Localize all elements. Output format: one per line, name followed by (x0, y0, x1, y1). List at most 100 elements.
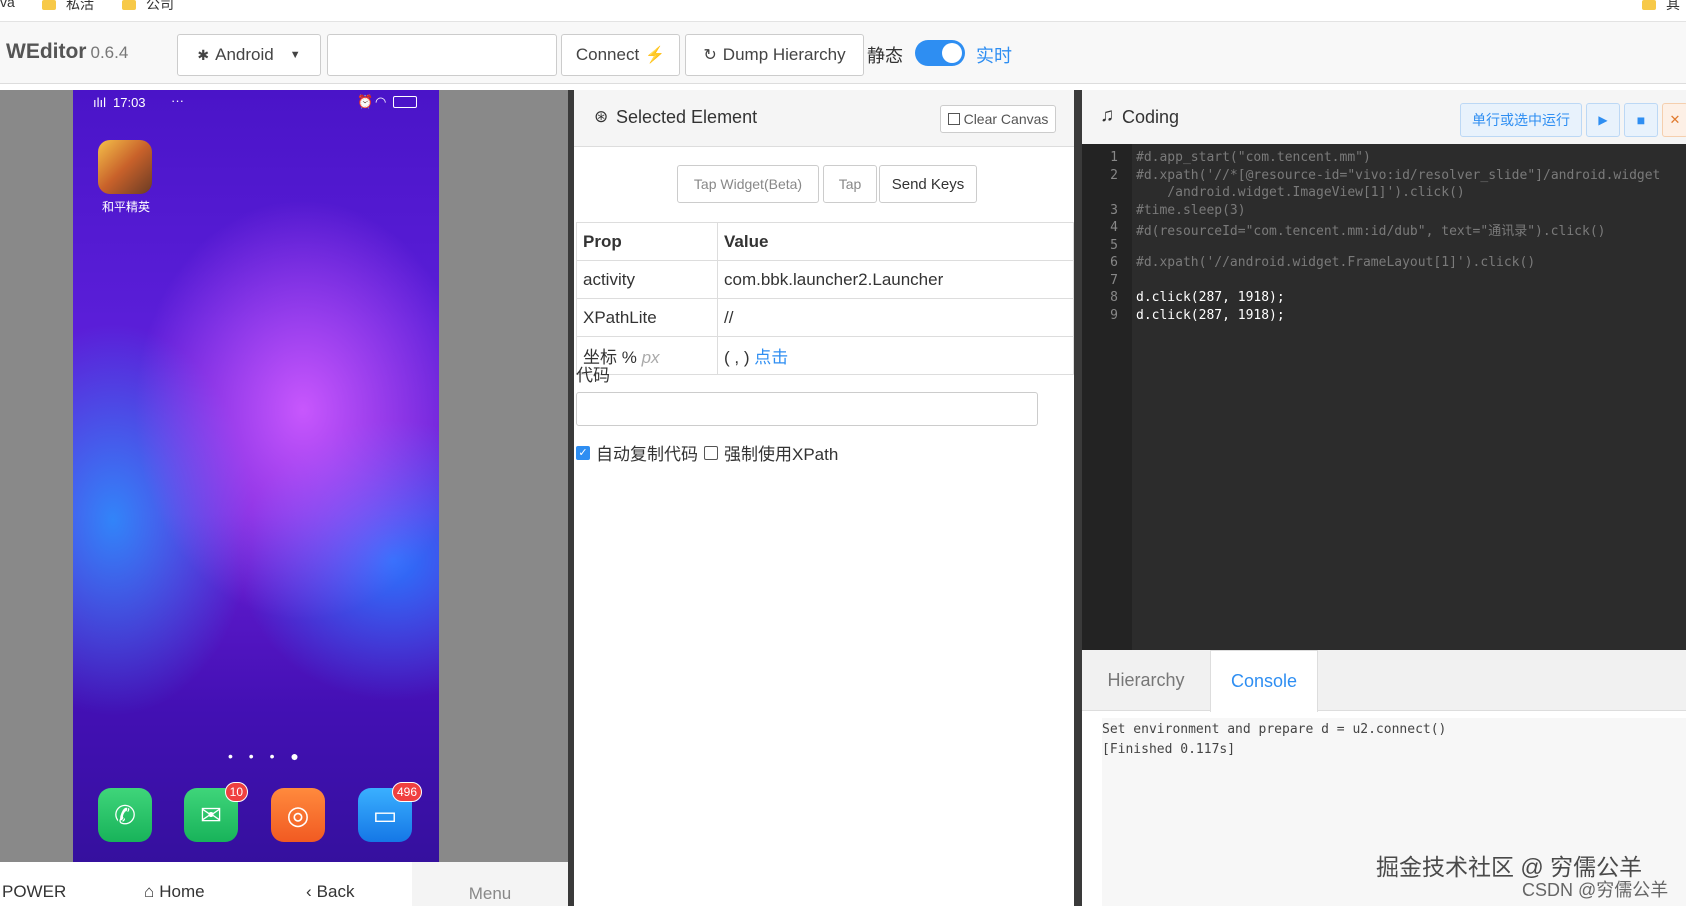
code-line[interactable]: #d.app_start("com.tencent.mm") (1136, 150, 1371, 165)
console-output: Set environment and prepare d = u2.conne… (1102, 722, 1682, 757)
column-header-prop: Prop (576, 222, 718, 261)
code-editor[interactable]: 1 #d.app_start("com.tencent.mm") 2 #d.xpath… (1082, 144, 1686, 650)
send-keys-button[interactable]: Send Keys (879, 165, 977, 203)
folder-icon (42, 0, 56, 10)
checkbox-icon (947, 113, 960, 125)
menu-button[interactable]: Menu (412, 862, 568, 906)
panel-title: Coding (1122, 107, 1180, 127)
run-label: 单行或选中运行 (1472, 112, 1570, 128)
alarm-icon: ⏰ (357, 94, 374, 109)
panel-divider[interactable] (1074, 90, 1082, 906)
app-header: WEditor 0.6.4 ✱ Android ▼ Connect ⚡ ↻ Dum… (0, 22, 1686, 84)
panel-header: ⊛ Selected Element Clear Canvas (574, 90, 1074, 147)
chevron-left-icon: ‹ (306, 882, 312, 901)
folder-icon (1642, 0, 1656, 10)
run-button[interactable]: ▶ (1586, 103, 1620, 137)
phone-time: 17:03 (113, 95, 146, 110)
plug-icon: ⚡ (645, 47, 666, 64)
wifi-icon: ◠ (375, 94, 387, 109)
console-line: [Finished 0.117s] (1102, 742, 1236, 757)
code-line[interactable]: #time.sleep(3) (1136, 203, 1246, 218)
table-header-row: Prop Value (576, 222, 1074, 261)
phone-status-bar: ılıl 17:03 ··· ⏰ ◠ (73, 90, 439, 114)
home-button[interactable]: ⌂ Home (144, 882, 205, 902)
line-number: 7 (1110, 272, 1118, 288)
bookmark-folder[interactable]: 其 (1642, 0, 1680, 14)
clear-canvas-button[interactable]: Clear Canvas (940, 105, 1056, 133)
phone-app-icon[interactable]: ✆ (98, 788, 152, 842)
platform-select[interactable]: ✱ Android ▼ (177, 34, 321, 76)
code-line[interactable]: #d.xpath('//android.widget.FrameLayout[1… (1136, 255, 1535, 270)
bookmarks-bar: va 私活 公司 其 (0, 0, 1686, 22)
value-cell[interactable]: com.bbk.launcher2.Launcher (717, 260, 1074, 299)
delete-button[interactable]: ✕ (1662, 103, 1686, 137)
home-icon: ⌂ (144, 882, 155, 901)
power-button[interactable]: POWER (2, 882, 66, 902)
back-label: Back (316, 882, 355, 901)
auto-copy-checkbox[interactable]: ✓ (576, 445, 590, 460)
notification-badge: 10 (224, 782, 248, 802)
tab-label: Hierarchy (1107, 669, 1185, 690)
browser-app-icon[interactable]: ◎ (271, 788, 325, 842)
dump-hierarchy-button[interactable]: ↻ Dump Hierarchy (685, 34, 864, 76)
bookmark-folder[interactable]: 私活 (42, 0, 94, 14)
force-xpath-checkbox[interactable] (704, 445, 718, 460)
panel-header: ♫ Coding 单行或选中运行 ▶ ■ ✕ (1082, 90, 1686, 145)
prop-cell: activity (576, 260, 718, 299)
page-indicator: • • • ● (228, 748, 305, 764)
code-field[interactable] (576, 392, 1038, 426)
power-label: POWER (2, 882, 67, 901)
stop-button[interactable]: ■ (1624, 103, 1658, 137)
tab-hierarchy[interactable]: Hierarchy (1082, 650, 1210, 710)
value-cell[interactable]: // (717, 298, 1074, 337)
realtime-toggle[interactable] (915, 40, 965, 66)
selected-element-panel: ⊛ Selected Element Clear Canvas Tap Widg… (574, 90, 1074, 906)
tap-button[interactable]: Tap (823, 165, 877, 203)
coding-panel: ♫ Coding 单行或选中运行 ▶ ■ ✕ 1 #d.app_start("co… (1082, 90, 1686, 906)
code-line[interactable]: d.click(287, 1918); (1136, 290, 1285, 305)
console-line: Set environment and prepare d = u2.conne… (1102, 722, 1447, 737)
signal-icon: ılıl (93, 95, 106, 110)
code-label: 代码 (576, 366, 610, 385)
column-header-value: Value (717, 222, 1074, 261)
tap-widget-button[interactable]: Tap Widget(Beta) (677, 165, 819, 203)
line-number: 5 (1110, 237, 1118, 253)
device-input[interactable] (327, 34, 557, 76)
clear-canvas-label: Clear Canvas (963, 111, 1049, 127)
bookmark-folder[interactable]: 公司 (122, 0, 174, 14)
battery-icon (393, 96, 417, 108)
click-link[interactable]: 点击 (754, 348, 788, 367)
bookmark-label: 私活 (66, 0, 94, 12)
messages-app-icon[interactable]: ▭ 496 (358, 782, 422, 842)
connect-button[interactable]: Connect ⚡ (561, 34, 680, 76)
phone-screen[interactable]: ılıl 17:03 ··· ⏰ ◠ 和平精英 • • • ● ✆ ✉ 10 ◎ … (73, 90, 439, 862)
wechat-app-icon[interactable]: ✉ 10 (184, 782, 248, 842)
table-row: activity com.bbk.launcher2.Launcher (576, 260, 1074, 299)
code-line[interactable]: #d.xpath('//*[@resource-id="vivo:id/reso… (1136, 168, 1660, 183)
code-line[interactable]: /android.widget.ImageView[1]').click() (1136, 185, 1464, 200)
table-row: XPathLite // (576, 298, 1074, 337)
bookmark-label: va (0, 0, 15, 10)
tab-console[interactable]: Console (1210, 650, 1318, 712)
trash-icon: ✕ (1669, 112, 1681, 127)
code-line[interactable]: d.click(287, 1918); (1136, 308, 1285, 323)
back-button[interactable]: ‹ Back (306, 882, 354, 902)
folder-icon (122, 0, 136, 10)
bookmark-item[interactable]: va (0, 0, 15, 10)
music-note-icon: ♫ (1100, 105, 1115, 126)
app-icon-game[interactable] (98, 140, 152, 194)
bottom-tabs: Hierarchy Console (1082, 650, 1686, 712)
target-icon: ⊛ (594, 107, 609, 126)
properties-table: Prop Value activity com.bbk.launcher2.La… (576, 222, 1074, 375)
coord-value: ( , ) (724, 348, 750, 367)
tab-label: Console (1230, 671, 1298, 691)
auto-copy-label: 自动复制代码 (596, 445, 698, 464)
line-number: 8 (1110, 290, 1118, 305)
app-label: 和平精英 (101, 200, 150, 214)
line-number: 9 (1110, 307, 1118, 323)
coord-unit[interactable]: px (642, 348, 660, 367)
run-selected-button[interactable]: 单行或选中运行 (1460, 103, 1582, 137)
code-line[interactable]: #d(resourceId="com.tencent.mm:id/dub", t… (1136, 220, 1605, 239)
line-number: 6 (1110, 255, 1118, 270)
send-keys-label: Send Keys (891, 175, 965, 193)
